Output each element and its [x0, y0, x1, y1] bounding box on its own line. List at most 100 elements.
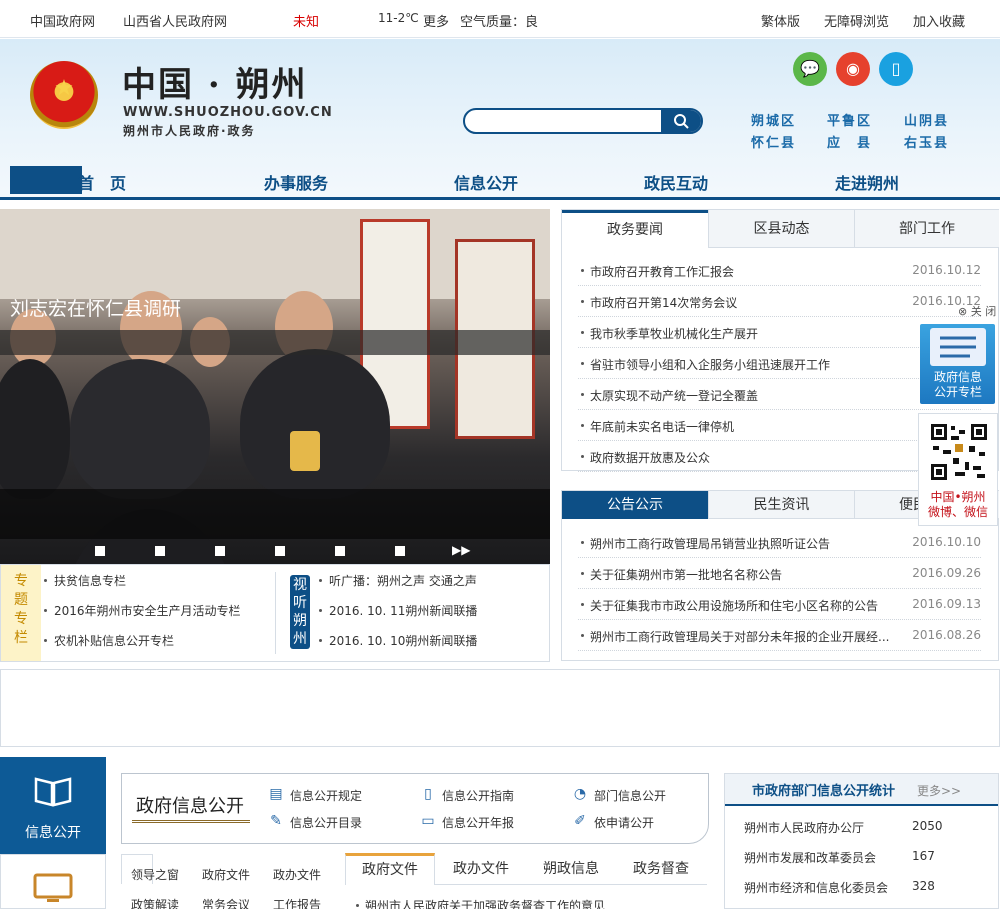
stats-row-name[interactable]: 朔州市人民政府办公厅: [744, 819, 864, 836]
media-item[interactable]: 2016. 10. 10朔州新闻联播: [329, 632, 477, 649]
slider-dot[interactable]: [155, 546, 165, 556]
news-title[interactable]: 政府数据开放惠及公众: [590, 449, 710, 466]
wechat-icon[interactable]: 💬: [793, 52, 827, 86]
tab-department-work[interactable]: 部门工作: [854, 210, 999, 248]
slider-dot[interactable]: [95, 546, 105, 556]
bullet: [356, 904, 359, 907]
tab-supervision[interactable]: 政务督查: [616, 853, 706, 885]
news-row[interactable]: 市政府召开教育工作汇报会 2016.10.12: [578, 255, 981, 286]
side-tab-label: 信息公开: [25, 825, 81, 841]
emblem-star-icon: ★: [54, 76, 74, 101]
social-float-line: 微博、微信: [927, 505, 988, 519]
tab-county-news[interactable]: 区县动态: [708, 210, 854, 248]
stats-row-name[interactable]: 朔州市发展和改革委员会: [744, 849, 876, 866]
news-slider[interactable]: [0, 209, 550, 564]
nav-item-interaction[interactable]: 政民互动: [644, 170, 708, 194]
county-link-shanyin[interactable]: 山阴县: [904, 110, 949, 129]
media-item[interactable]: 2016. 10. 11朔州新闻联播: [329, 602, 477, 619]
tab-announcements[interactable]: 公告公示: [562, 491, 708, 519]
traditional-chinese-link[interactable]: 繁体版: [761, 11, 800, 30]
nav-item-info-disclosure[interactable]: 信息公开: [454, 170, 518, 194]
stats-row-name[interactable]: 朔州市经济和信息化委员会: [744, 879, 888, 896]
county-link-pinglu[interactable]: 平鲁区: [827, 110, 872, 129]
left-tab-policy[interactable]: 政策解读: [131, 896, 179, 909]
bullet: [581, 455, 584, 458]
media-item[interactable]: 听广播：朔州之声 交通之声: [329, 572, 477, 589]
tab-gov-documents[interactable]: 政府文件: [345, 853, 435, 885]
gov-link-catalog[interactable]: 信息公开目录: [290, 814, 362, 831]
left-tab-work-report[interactable]: 工作报告: [273, 896, 321, 909]
gov-link-annual-report[interactable]: 信息公开年报: [442, 814, 514, 831]
notice-title[interactable]: 朔州市工商行政管理局关于对部分未年报的企业开展经...: [590, 628, 889, 645]
tab-government-news[interactable]: 政务要闻: [562, 210, 708, 248]
topic-item[interactable]: 2016年朔州市安全生产月活动专栏: [54, 602, 241, 619]
notice-row[interactable]: 朔州市工商行政管理局关于对部分未年报的企业开展经... 2016.08.26: [578, 620, 981, 651]
annual-report-icon: ▭: [421, 813, 435, 829]
news-row[interactable]: 市政府召开第14次常务会议 2016.10.12: [578, 286, 981, 317]
county-link-youyu[interactable]: 右玉县: [904, 132, 949, 151]
news-title[interactable]: 太原实现不动产统一登记全覆盖: [590, 387, 758, 404]
topic-item[interactable]: 扶贫信息专栏: [54, 572, 126, 589]
guide-icon: ▯: [424, 786, 432, 802]
search-input[interactable]: [473, 112, 659, 130]
bullet: [581, 269, 584, 272]
slider-dot[interactable]: [215, 546, 225, 556]
add-favorite-link[interactable]: 加入收藏: [913, 11, 965, 30]
slider-dots-bar: [0, 330, 550, 355]
gov-link-on-application[interactable]: 依申请公开: [594, 814, 654, 831]
slider-dot[interactable]: [395, 546, 405, 556]
nav-item-services[interactable]: 办事服务: [264, 170, 328, 194]
topic-item[interactable]: 农机补贴信息公开专栏: [54, 632, 174, 649]
slider-dot[interactable]: [275, 546, 285, 556]
gov-link-regulations[interactable]: 信息公开规定: [290, 787, 362, 804]
notice-row[interactable]: 关于征集我市市政公用设施场所和住宅小区名称的公告 2016.09.13: [578, 589, 981, 620]
gov-info-underline: [132, 820, 250, 823]
left-tab-gov-files[interactable]: 政府文件: [202, 866, 250, 883]
accessibility-link[interactable]: 无障碍浏览: [824, 11, 889, 30]
notice-title[interactable]: 关于征集我市市政公用设施场所和住宅小区名称的公告: [590, 597, 878, 614]
left-tab-office-files[interactable]: 政办文件: [273, 866, 321, 883]
county-link-huairen[interactable]: 怀仁县: [751, 132, 796, 151]
news-title[interactable]: 市政府召开第14次常务会议: [590, 294, 737, 311]
notice-title[interactable]: 朔州市工商行政管理局吊销营业执照听证公告: [590, 535, 830, 552]
bullet: [319, 579, 322, 582]
left-tab-meetings[interactable]: 常务会议: [202, 896, 250, 909]
mobile-icon[interactable]: ▯: [879, 52, 913, 86]
notice-date: 2016.09.13: [912, 597, 981, 611]
news-title[interactable]: 年底前未实名电话一律停机: [590, 418, 734, 435]
notice-row[interactable]: 朔州市工商行政管理局吊销营业执照听证公告 2016.10.10: [578, 527, 981, 558]
close-float-button[interactable]: ⊗ 关 闭: [958, 303, 996, 319]
tab-livelihood-info[interactable]: 民生资讯: [708, 491, 854, 519]
bullet: [581, 331, 584, 334]
main-nav: 首 页 办事服务 信息公开 政民互动 走进朔州: [0, 160, 1000, 200]
site-subtitle: 朔州市人民政府·政务: [123, 124, 256, 138]
weibo-icon[interactable]: ◉: [836, 52, 870, 86]
gov-link-guide[interactable]: 信息公开指南: [442, 787, 514, 804]
nav-item-about-shuozhou[interactable]: 走进朔州: [835, 170, 899, 194]
stats-row-value: 328: [912, 879, 935, 893]
news-title[interactable]: 我市秋季草牧业机械化生产展开: [590, 325, 758, 342]
news-title[interactable]: 市政府召开教育工作汇报会: [590, 263, 734, 280]
county-link-yingxian[interactable]: 应 县: [827, 132, 872, 151]
county-link-shuocheng[interactable]: 朔城区: [751, 110, 796, 129]
shiting-label-char: 听: [293, 595, 307, 611]
nav-item-home[interactable]: 首 页: [78, 170, 126, 194]
search-button[interactable]: [661, 110, 701, 132]
notice-title[interactable]: 关于征集朔州市第一批地名名称公告: [590, 566, 782, 583]
tab-office-documents[interactable]: 政办文件: [436, 853, 526, 885]
document-item[interactable]: 朔州市人民政府关于加强政务督查工作的意见: [365, 897, 605, 909]
bullet: [581, 300, 584, 303]
monitor-icon: [33, 873, 73, 902]
slider-dot[interactable]: [335, 546, 345, 556]
link-shanxi-gov[interactable]: 山西省人民政府网: [123, 11, 227, 30]
slider-caption[interactable]: 刘志宏在怀仁县调研: [10, 294, 181, 321]
stats-more-link[interactable]: 更多>>: [917, 782, 961, 799]
tab-shuozheng-info[interactable]: 朔政信息: [526, 853, 616, 885]
weather-more-link[interactable]: 更多: [423, 11, 449, 30]
left-tab-leaders[interactable]: 领导之窗: [131, 866, 179, 883]
gov-link-department[interactable]: 部门信息公开: [594, 787, 666, 804]
news-title[interactable]: 省驻市领导小组和入企服务小组迅速展开工作: [590, 356, 830, 373]
notice-row[interactable]: 关于征集朔州市第一批地名名称公告 2016.09.26: [578, 558, 981, 589]
slider-next-button[interactable]: ▶▶: [452, 543, 470, 557]
link-china-gov[interactable]: 中国政府网: [30, 11, 95, 30]
